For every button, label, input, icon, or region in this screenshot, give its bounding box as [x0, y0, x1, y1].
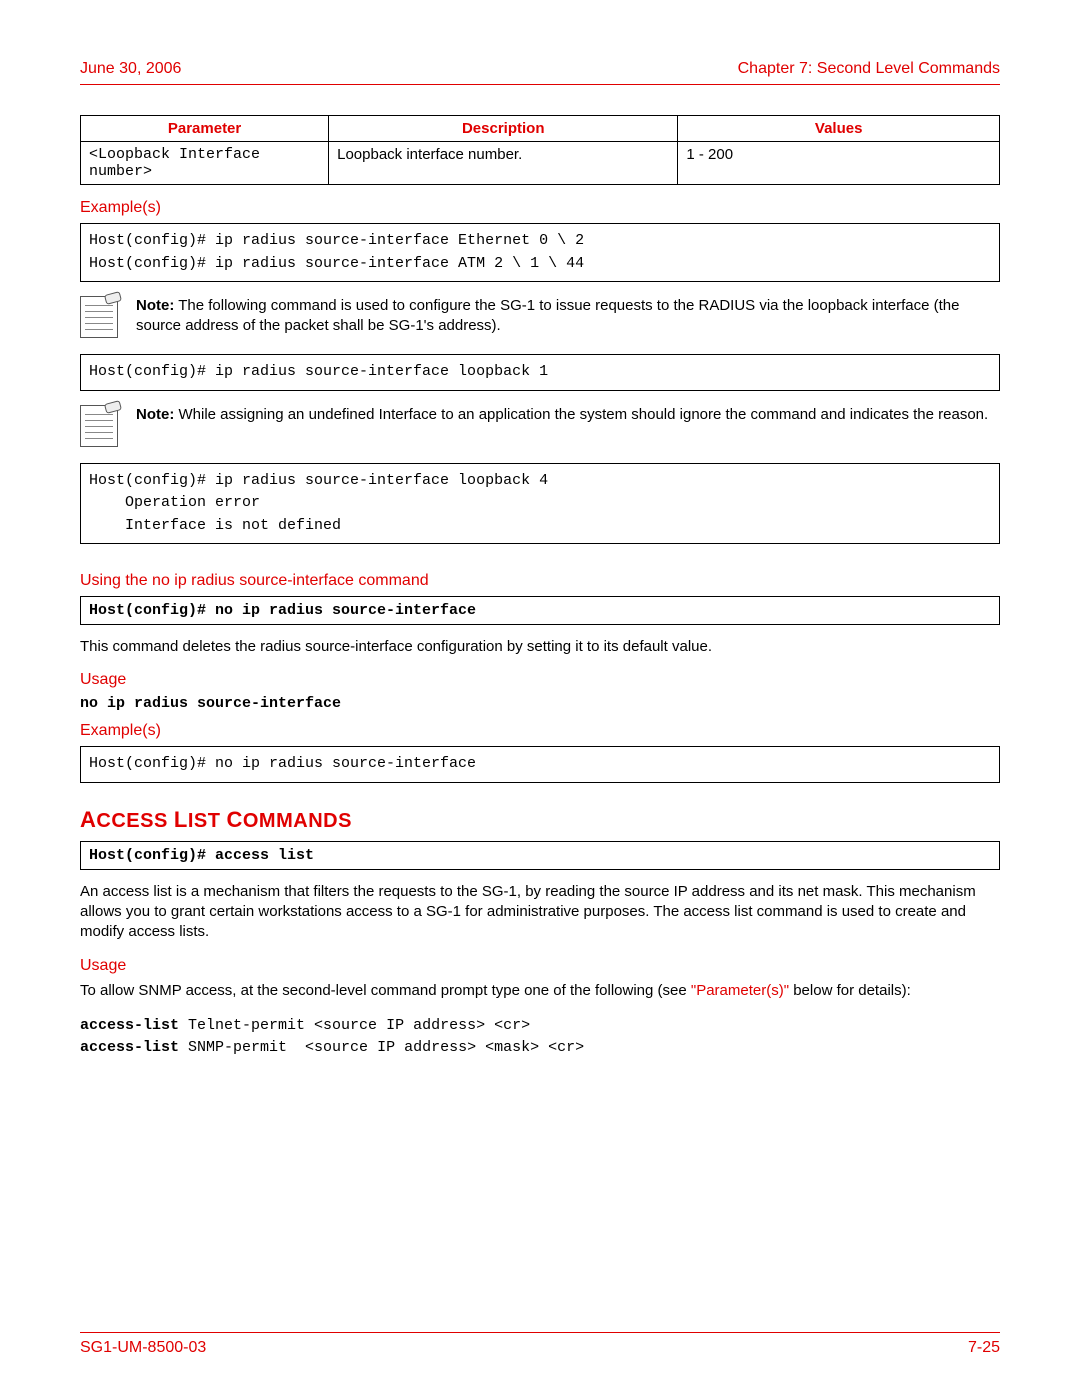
usage-heading-2: Usage — [80, 957, 1000, 975]
code-example-4: Host(config)# no ip radius source-interf… — [80, 746, 1000, 783]
table-row: <Loopback Interface number> Loopback int… — [81, 142, 1000, 185]
note-icon — [80, 296, 118, 338]
usage-heading: Usage — [80, 671, 1000, 689]
access-list-section-title: ACCESS LIST COMMANDS — [80, 807, 1000, 833]
access-usage-intro: To allow SNMP access, at the second-leve… — [80, 981, 1000, 1001]
no-cmd-heading: Using the no ip radius source-interface … — [80, 572, 1000, 590]
code-example-2: Host(config)# ip radius source-interface… — [80, 354, 1000, 391]
no-cmd-usage: no ip radius source-interface — [80, 695, 1000, 712]
th-values: Values — [678, 116, 1000, 142]
access-usage-lines: access-list Telnet-permit <source IP add… — [80, 1015, 1000, 1060]
th-description: Description — [329, 116, 678, 142]
note-label: Note: — [136, 297, 174, 314]
cell-description: Loopback interface number. — [329, 142, 678, 185]
note-block-2: Note: While assigning an undefined Inter… — [80, 405, 1000, 447]
footer-rule — [80, 1332, 1000, 1333]
parameters-link[interactable]: "Parameter(s)" — [691, 982, 789, 999]
footer-pagenum: 7-25 — [968, 1339, 1000, 1357]
th-parameter: Parameter — [81, 116, 329, 142]
examples-heading: Example(s) — [80, 199, 1000, 217]
header-rule — [80, 84, 1000, 85]
note-body: While assigning an undefined Interface t… — [174, 406, 988, 423]
access-cmd-box: Host(config)# access list — [80, 841, 1000, 870]
page-header: June 30, 2006 Chapter 7: Second Level Co… — [80, 60, 1000, 78]
note-body: The following command is used to configu… — [136, 297, 959, 334]
note-block-1: Note: The following command is used to c… — [80, 296, 1000, 338]
usage-line1-cmd: access-list — [80, 1017, 179, 1034]
note-text-1: Note: The following command is used to c… — [136, 296, 1000, 337]
parameter-table: Parameter Description Values <Loopback I… — [80, 115, 1000, 185]
access-usage-pre: To allow SNMP access, at the second-leve… — [80, 982, 691, 999]
footer-docid: SG1-UM-8500-03 — [80, 1339, 206, 1357]
cell-parameter: <Loopback Interface number> — [81, 142, 329, 185]
no-cmd-box: Host(config)# no ip radius source-interf… — [80, 596, 1000, 625]
note-icon — [80, 405, 118, 447]
page-footer: SG1-UM-8500-03 7-25 — [80, 1325, 1000, 1358]
cell-values: 1 - 200 — [678, 142, 1000, 185]
header-chapter: Chapter 7: Second Level Commands — [738, 60, 1000, 78]
note-label: Note: — [136, 406, 174, 423]
access-usage-post: below for details): — [789, 982, 911, 999]
examples-heading-2: Example(s) — [80, 722, 1000, 740]
access-description: An access list is a mechanism that filte… — [80, 882, 1000, 943]
note-text-2: Note: While assigning an undefined Inter… — [136, 405, 988, 425]
code-example-3: Host(config)# ip radius source-interface… — [80, 463, 1000, 545]
usage-line1-args: Telnet-permit <source IP address> <cr> — [179, 1017, 530, 1034]
usage-line2-cmd: access-list — [80, 1039, 179, 1056]
code-example-1: Host(config)# ip radius source-interface… — [80, 223, 1000, 282]
header-date: June 30, 2006 — [80, 60, 181, 78]
usage-line2-args: SNMP-permit <source IP address> <mask> <… — [179, 1039, 584, 1056]
no-cmd-description: This command deletes the radius source-i… — [80, 637, 1000, 657]
